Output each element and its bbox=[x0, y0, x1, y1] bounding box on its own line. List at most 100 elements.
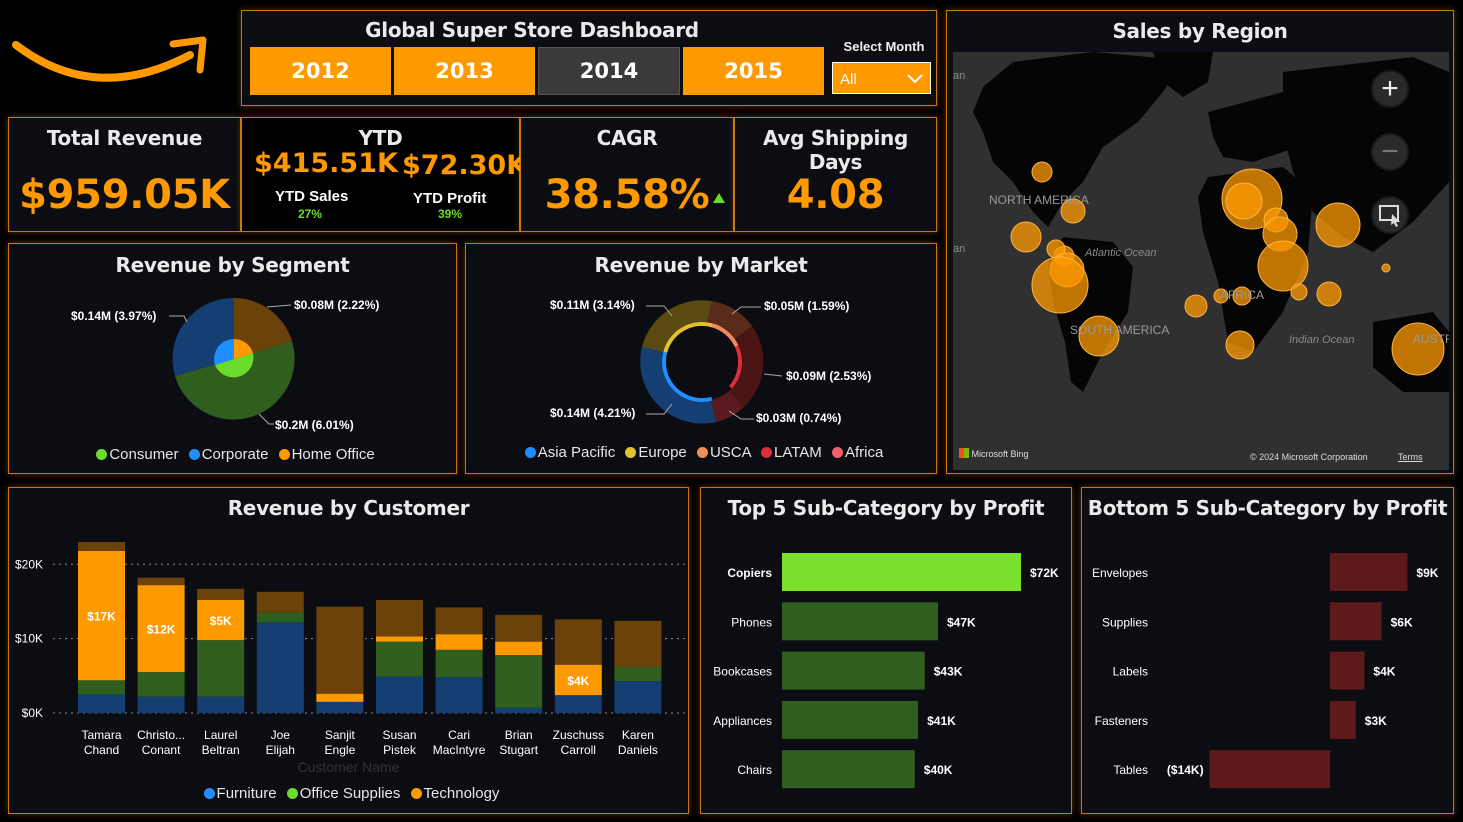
total-revenue-value: $959.05K bbox=[19, 172, 230, 218]
bottom5-bar[interactable] bbox=[1209, 750, 1330, 789]
y-tick-label: $0K bbox=[22, 706, 43, 720]
top5-bar[interactable] bbox=[782, 602, 939, 641]
customer-bar-other[interactable] bbox=[614, 620, 662, 667]
minus-icon: − bbox=[1381, 135, 1399, 168]
customer-bar-furniture[interactable] bbox=[495, 707, 543, 713]
customer-bar-other[interactable] bbox=[256, 591, 304, 613]
bottom5-data-label: $3K bbox=[1365, 714, 1387, 728]
bottom5-subcategory-panel: Bottom 5 Sub-Category by Profit Envelope… bbox=[1081, 487, 1454, 814]
customer-bar-furniture[interactable] bbox=[197, 696, 245, 713]
bottom5-bar[interactable] bbox=[1330, 700, 1356, 739]
legend-europe[interactable]: Europe bbox=[638, 444, 686, 461]
customer-bar-office-supplies[interactable] bbox=[495, 655, 543, 708]
customer-x-label: Elijah bbox=[266, 743, 295, 757]
legend-usca[interactable]: USCA bbox=[710, 444, 751, 461]
select-area-button[interactable] bbox=[1371, 196, 1409, 234]
customer-bar-furniture[interactable] bbox=[316, 701, 364, 713]
customer-bar-other[interactable] bbox=[137, 577, 185, 586]
customer-bar-furniture[interactable] bbox=[256, 622, 304, 713]
customer-bar-other[interactable] bbox=[495, 614, 543, 642]
zoom-in-button[interactable]: + bbox=[1371, 70, 1409, 108]
bottom5-data-label: $4K bbox=[1373, 665, 1395, 679]
customer-bar-other[interactable] bbox=[78, 542, 125, 551]
select-cursor-icon bbox=[1379, 205, 1400, 227]
customer-bar-technology[interactable] bbox=[435, 634, 483, 650]
zoom-out-button[interactable]: − bbox=[1371, 133, 1409, 171]
customer-bar-technology[interactable] bbox=[495, 641, 543, 656]
customer-bar-other[interactable] bbox=[376, 599, 423, 637]
cagr-label: CAGR bbox=[596, 126, 658, 150]
bottom5-bar[interactable] bbox=[1330, 651, 1365, 690]
year-2015-button[interactable]: 2015 bbox=[683, 47, 824, 95]
bottom5-category-label: Fasteners bbox=[1095, 714, 1148, 728]
top5-bar[interactable] bbox=[782, 750, 915, 789]
year-2013-button[interactable]: 2013 bbox=[394, 47, 535, 95]
year-2012-button[interactable]: 2012 bbox=[250, 47, 391, 95]
customer-bar-office-supplies[interactable] bbox=[376, 641, 423, 677]
customer-data-label: $4K bbox=[567, 674, 589, 688]
customer-bar-other[interactable] bbox=[554, 619, 602, 665]
legend-latam[interactable]: LATAM bbox=[774, 444, 822, 461]
customer-bar-technology[interactable] bbox=[376, 636, 423, 642]
customer-bar-office-supplies[interactable] bbox=[137, 672, 185, 697]
top5-bar[interactable] bbox=[782, 553, 1021, 591]
customer-bar-technology[interactable] bbox=[316, 693, 364, 702]
top5-category-label: Appliances bbox=[713, 714, 772, 728]
customer-bar-other[interactable] bbox=[435, 607, 483, 635]
customer-bar-office-supplies[interactable] bbox=[614, 666, 662, 682]
customer-bar-furniture[interactable] bbox=[376, 676, 423, 713]
legend-africa[interactable]: Africa bbox=[845, 444, 883, 461]
cagr-card: CAGR 38.58% bbox=[520, 117, 734, 232]
customer-bar-furniture[interactable] bbox=[614, 681, 662, 713]
year-2014-button[interactable]: 2014 bbox=[538, 47, 680, 95]
legend-technology[interactable]: Technology bbox=[424, 785, 500, 802]
customer-x-label: Zuschuss bbox=[553, 728, 604, 742]
customer-bar-office-supplies[interactable] bbox=[78, 680, 125, 695]
map-terms-link[interactable]: Terms bbox=[1398, 452, 1423, 462]
customer-bar-furniture[interactable] bbox=[78, 694, 125, 713]
map-area[interactable]: NORTH AMERICA Atlantic Ocean SOUTH AMERI… bbox=[953, 52, 1449, 470]
map-label-atlantic: Atlantic Ocean bbox=[1084, 247, 1157, 259]
legend-consumer-icon bbox=[96, 449, 108, 460]
ytd-profit-value: $72.30K bbox=[402, 150, 528, 181]
legend-office-supplies-icon bbox=[286, 788, 298, 799]
market-label-europe: $0.11M (3.14%) bbox=[550, 298, 635, 312]
top5-bar[interactable] bbox=[782, 651, 925, 690]
customer-bar-office-supplies[interactable] bbox=[197, 640, 245, 697]
bottom5-bar[interactable] bbox=[1330, 602, 1382, 641]
customer-xlabel: Customer Name bbox=[297, 759, 400, 775]
map-label-edge-2: an bbox=[953, 243, 965, 255]
customer-x-label: Susan bbox=[382, 728, 416, 742]
bing-logo: Microsoft Bing bbox=[959, 448, 1029, 459]
bottom5-data-label: ($14K) bbox=[1167, 763, 1204, 777]
customer-bar-furniture[interactable] bbox=[435, 677, 483, 713]
legend-consumer[interactable]: Consumer bbox=[109, 446, 178, 463]
customer-bar-other[interactable] bbox=[197, 588, 245, 600]
ytd-profit-label: YTD Profit bbox=[413, 190, 487, 207]
legend-office-supplies[interactable]: Office Supplies bbox=[300, 785, 401, 802]
top5-title: Top 5 Sub-Category by Profit bbox=[727, 496, 1045, 520]
top5-data-label: $41K bbox=[927, 714, 956, 728]
customer-bar-other[interactable] bbox=[316, 606, 364, 694]
legend-furniture-icon bbox=[203, 788, 215, 799]
ytd-sales-pct: 27% bbox=[298, 207, 323, 221]
ytd-profit-pct: 39% bbox=[438, 207, 463, 221]
map-label-south-america: SOUTH AMERICA bbox=[1070, 323, 1169, 337]
market-label-latam: $0.09M (2.53%) bbox=[786, 369, 871, 383]
month-select[interactable]: All bbox=[832, 62, 931, 94]
legend-furniture[interactable]: Furniture bbox=[217, 785, 277, 802]
legend-corporate[interactable]: Corporate bbox=[202, 446, 269, 463]
customer-bar-furniture[interactable] bbox=[137, 696, 185, 713]
month-select-value: All bbox=[840, 71, 857, 88]
customer-bar-office-supplies[interactable] bbox=[435, 649, 483, 678]
top5-data-label: $72K bbox=[1030, 566, 1059, 580]
top5-category-label: Chairs bbox=[737, 763, 772, 777]
bottom5-data-label: $6K bbox=[1391, 615, 1413, 629]
revenue-by-customer-panel: Revenue by Customer $0K $10K $20K $17K Tamar… bbox=[8, 487, 689, 814]
customer-bar-office-supplies[interactable] bbox=[256, 612, 304, 623]
legend-asia-pacific[interactable]: Asia Pacific bbox=[538, 444, 616, 461]
top5-bar[interactable] bbox=[782, 700, 919, 739]
bottom5-bar[interactable] bbox=[1330, 553, 1408, 591]
customer-bar-furniture[interactable] bbox=[554, 695, 602, 713]
legend-home-office[interactable]: Home Office bbox=[292, 446, 375, 463]
